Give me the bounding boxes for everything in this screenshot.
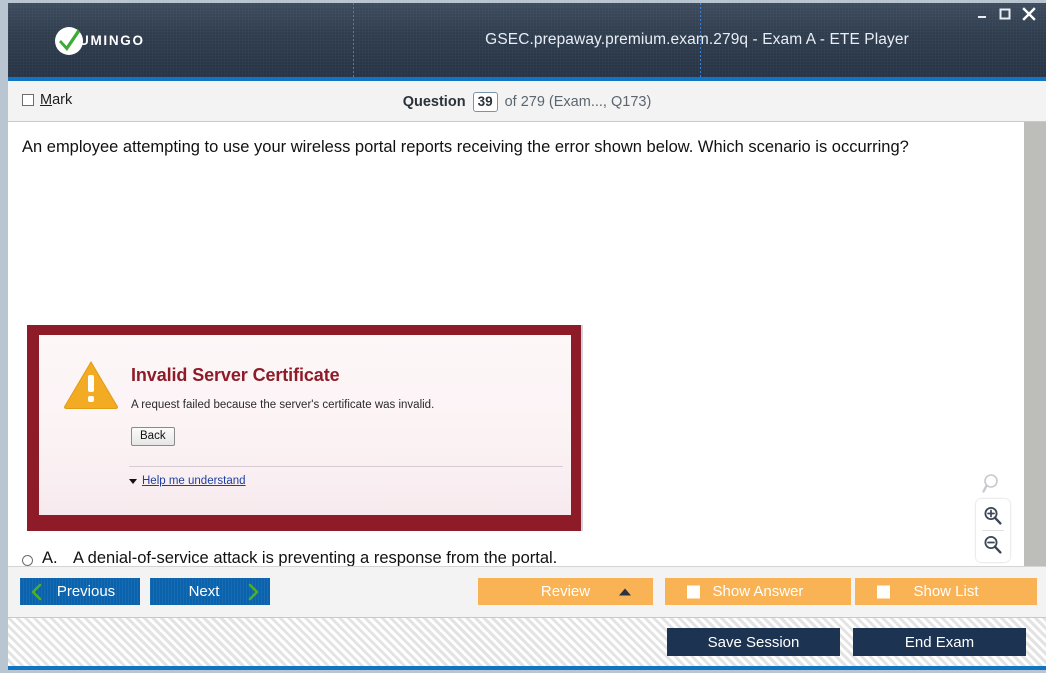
error-divider (129, 466, 563, 467)
question-number-input[interactable]: 39 (472, 91, 498, 112)
error-title: Invalid Server Certificate (131, 365, 340, 385)
check-circle-icon (55, 27, 83, 55)
caret-down-icon (129, 478, 137, 484)
zoom-tools (976, 473, 1010, 562)
chevron-left-icon (30, 583, 43, 600)
question-image[interactable]: Invalid Server Certificate A request fai… (27, 325, 583, 531)
chevron-right-icon (247, 583, 260, 600)
question-text: An employee attempting to use your wirel… (22, 138, 909, 156)
end-exam-button[interactable]: End Exam (853, 628, 1026, 656)
show-answer-button[interactable]: Show Answer (665, 578, 851, 605)
next-label: Next (188, 583, 220, 600)
titlebar-divider-left (353, 3, 354, 77)
mark-label: Mark (40, 92, 72, 108)
radio-icon[interactable] (22, 555, 33, 566)
review-label: Review (540, 583, 591, 600)
zoom-in-icon[interactable] (976, 503, 1010, 529)
review-button[interactable]: Review (478, 578, 653, 605)
chevron-up-icon (619, 588, 631, 595)
warning-triangle-icon (63, 360, 119, 415)
error-page: Invalid Server Certificate A request fai… (39, 335, 571, 515)
save-session-button[interactable]: Save Session (667, 628, 840, 656)
question-counter: Question 39 of 279 (Exam..., Q173) (8, 81, 1046, 122)
show-list-label: Show List (913, 583, 979, 600)
zoom-divider (982, 530, 1004, 531)
mark-accel-letter: M (40, 92, 53, 108)
error-body-text: A request failed because the server's ce… (131, 399, 435, 411)
show-list-checkbox[interactable] (877, 585, 890, 598)
next-button[interactable]: Next (150, 578, 270, 605)
ete-player-window: UMINGO GSEC.prepaway.premium.exam.279q -… (0, 0, 1046, 673)
window-controls (976, 7, 1036, 21)
answer-options: A. A denial-of-service attack is prevent… (22, 549, 822, 566)
vumingo-logo: UMINGO (55, 27, 145, 55)
show-answer-checkbox[interactable] (687, 585, 700, 598)
bottom-bar: Save Session End Exam (8, 617, 1046, 666)
question-content-area: An employee attempting to use your wirel… (8, 122, 1046, 566)
window-title: GSEC.prepaway.premium.exam.279q - Exam A… (485, 31, 909, 48)
magnifier-icon[interactable] (976, 473, 1010, 495)
question-total-label: of 279 (Exam..., Q173) (504, 93, 652, 110)
question-header-bar: Mark Question 39 of 279 (Exam..., Q173) (8, 81, 1046, 122)
close-icon[interactable] (1022, 7, 1036, 21)
footer-accent-line (8, 666, 1046, 670)
option-letter: A. (42, 549, 58, 566)
previous-label: Previous (56, 583, 116, 600)
minimize-icon[interactable] (976, 8, 988, 20)
content-right-band (1024, 122, 1046, 566)
error-help-link[interactable]: Help me understand (129, 475, 246, 487)
maximize-icon[interactable] (999, 8, 1011, 20)
navigation-toolbar: Previous Next Review Show Answer Show Li… (8, 566, 1046, 617)
error-back-button[interactable]: Back (131, 427, 175, 446)
logo-wordmark: UMINGO (79, 33, 145, 48)
question-word: Question (402, 93, 466, 110)
error-help-label: Help me understand (142, 475, 246, 487)
mark-checkbox[interactable]: Mark (22, 92, 72, 108)
option-text: A denial-of-service attack is preventing… (73, 549, 558, 566)
zoom-out-icon[interactable] (976, 532, 1010, 558)
mark-checkbox-box[interactable] (22, 94, 34, 106)
answer-option-a[interactable]: A. A denial-of-service attack is prevent… (22, 549, 822, 566)
title-bar: UMINGO GSEC.prepaway.premium.exam.279q -… (8, 3, 1046, 77)
mark-label-rest: ark (52, 92, 73, 108)
show-answer-label: Show Answer (712, 583, 804, 600)
show-list-button[interactable]: Show List (855, 578, 1037, 605)
zoom-panel (976, 499, 1010, 562)
previous-button[interactable]: Previous (20, 578, 140, 605)
